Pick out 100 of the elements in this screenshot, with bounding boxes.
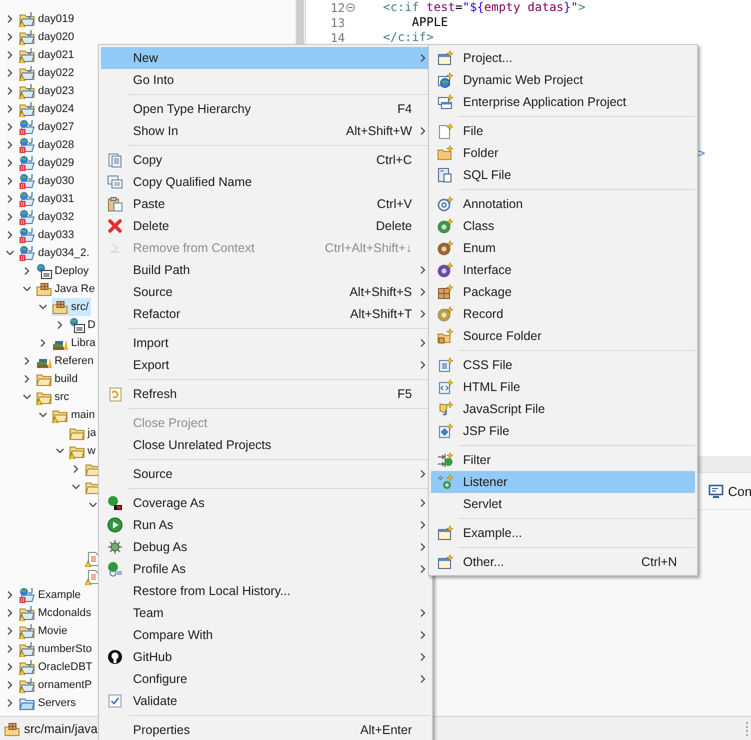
menu-item[interactable]: Debug As: [101, 536, 430, 558]
expand-chevron-icon[interactable]: [22, 356, 32, 366]
menu-item[interactable]: Listener: [431, 471, 695, 493]
expand-chevron-icon[interactable]: [5, 104, 15, 114]
menu-item[interactable]: Refresh F5: [101, 383, 430, 405]
expand-chevron-icon[interactable]: [5, 644, 15, 654]
menu-item[interactable]: Package: [431, 281, 695, 303]
menu-item[interactable]: Interface: [431, 259, 695, 281]
expand-chevron-icon[interactable]: [22, 374, 32, 384]
menu-item[interactable]: Enum: [431, 237, 695, 259]
tree-item-label[interactable]: OracleDBT: [38, 661, 92, 673]
tree-item-label[interactable]: day024: [38, 103, 74, 115]
tree-item-label[interactable]: Movie: [38, 625, 68, 637]
collapse-chevron-icon[interactable]: [22, 284, 32, 294]
tree-item-label[interactable]: day029: [38, 157, 74, 169]
collapse-chevron-icon[interactable]: [88, 500, 98, 510]
expand-chevron-icon[interactable]: [5, 158, 15, 168]
expand-chevron-icon[interactable]: [5, 50, 15, 60]
tree-item-label[interactable]: day027: [38, 121, 74, 133]
menu-item[interactable]: Coverage As: [101, 492, 430, 514]
menu-item[interactable]: New: [101, 47, 430, 69]
menu-item[interactable]: Delete Delete: [101, 215, 430, 237]
expand-chevron-icon[interactable]: [71, 464, 81, 474]
tree-item-label[interactable]: day022: [38, 67, 74, 79]
expand-chevron-icon[interactable]: [5, 212, 15, 222]
menu-item[interactable]: SQL File: [431, 164, 695, 186]
collapse-chevron-icon[interactable]: [71, 482, 81, 492]
menu-item[interactable]: Configure: [101, 668, 430, 690]
tree-item-label[interactable]: day033: [38, 229, 74, 241]
tree-item-label[interactable]: Example: [38, 589, 81, 601]
tree-item-label[interactable]: day020: [38, 31, 74, 43]
menu-item[interactable]: Go Into: [101, 69, 430, 91]
tree-item-label[interactable]: day032: [38, 211, 74, 223]
expand-chevron-icon[interactable]: [5, 662, 15, 672]
menu-item[interactable]: Properties Alt+Enter: [101, 719, 430, 740]
scrollbar-thumb[interactable]: [296, 0, 304, 44]
tree-item-label[interactable]: ja: [88, 427, 96, 439]
collapse-chevron-icon[interactable]: [54, 446, 64, 456]
tree-item-label[interactable]: day028: [38, 139, 74, 151]
menu-item[interactable]: Filter: [431, 449, 695, 471]
menu-item[interactable]: Copy Ctrl+C: [101, 149, 430, 171]
menu-item[interactable]: JSP File: [431, 420, 695, 442]
menu-item[interactable]: Source Folder: [431, 325, 695, 347]
menu-item[interactable]: HTML File: [431, 376, 695, 398]
expand-chevron-icon[interactable]: [5, 230, 15, 240]
menu-item[interactable]: Compare With: [101, 624, 430, 646]
tree-item-label[interactable]: day019: [38, 13, 74, 25]
collapse-chevron-icon[interactable]: [38, 410, 48, 420]
menu-item[interactable]: Source Alt+Shift+S: [101, 281, 430, 303]
menu-item[interactable]: Team: [101, 602, 430, 624]
menu-item[interactable]: Folder: [431, 142, 695, 164]
menu-item[interactable]: Open Type Hierarchy F4: [101, 98, 430, 120]
menu-item[interactable]: Refactor Alt+Shift+T: [101, 303, 430, 325]
selected-tree-item[interactable]: src/: [52, 298, 91, 316]
menu-item[interactable]: File: [431, 120, 695, 142]
tree-item-label[interactable]: day031: [38, 193, 74, 205]
tree-item-label[interactable]: D: [88, 319, 96, 331]
menu-item[interactable]: Copy Qualified Name: [101, 171, 430, 193]
expand-chevron-icon[interactable]: [5, 698, 15, 708]
expand-chevron-icon[interactable]: [5, 194, 15, 204]
expand-chevron-icon[interactable]: [5, 68, 15, 78]
menu-item[interactable]: Project...: [431, 47, 695, 69]
menu-item[interactable]: CSS File: [431, 354, 695, 376]
tree-item-label[interactable]: ornamentP: [38, 679, 92, 691]
expand-chevron-icon[interactable]: [38, 338, 48, 348]
expand-chevron-icon[interactable]: [54, 320, 64, 330]
expand-chevron-icon[interactable]: [5, 14, 15, 24]
menu-item[interactable]: Profile As: [101, 558, 430, 580]
expand-chevron-icon[interactable]: [5, 680, 15, 690]
tree-item-label[interactable]: numberSto: [38, 643, 92, 655]
collapse-chevron-icon[interactable]: [38, 302, 48, 312]
expand-chevron-icon[interactable]: [5, 176, 15, 186]
panel-tab[interactable]: Con: [705, 481, 751, 501]
tree-item-label[interactable]: src: [54, 391, 70, 403]
menu-item[interactable]: Record: [431, 303, 695, 325]
expand-chevron-icon[interactable]: [5, 122, 15, 132]
menu-item[interactable]: Enterprise Application Project: [431, 91, 695, 113]
tree-item-label[interactable]: build: [54, 373, 78, 385]
fold-icon[interactable]: [346, 3, 355, 12]
expand-chevron-icon[interactable]: [5, 608, 15, 618]
menu-item[interactable]: Validate: [101, 690, 430, 712]
expand-chevron-icon[interactable]: [22, 266, 32, 276]
menu-item[interactable]: Dynamic Web Project: [431, 69, 695, 91]
menu-item[interactable]: Restore from Local History...: [101, 580, 430, 602]
menu-item[interactable]: Other... Ctrl+N: [431, 551, 695, 573]
tree-item-label[interactable]: main: [71, 409, 95, 421]
grip-icon[interactable]: [746, 722, 748, 736]
tree-item-label[interactable]: Mcdonalds: [38, 607, 92, 619]
tree-item-label[interactable]: day021: [38, 49, 74, 61]
tree-item-label[interactable]: Referen: [54, 355, 94, 367]
tree-item-label[interactable]: day023: [38, 85, 74, 97]
expand-chevron-icon[interactable]: [5, 32, 15, 42]
collapse-chevron-icon[interactable]: [22, 392, 32, 402]
menu-item[interactable]: Import: [101, 332, 430, 354]
menu-item[interactable]: Servlet: [431, 493, 695, 515]
menu-item[interactable]: GitHub: [101, 646, 430, 668]
menu-item[interactable]: Annotation: [431, 193, 695, 215]
tree-item-label[interactable]: day030: [38, 175, 74, 187]
collapse-chevron-icon[interactable]: [5, 248, 15, 258]
menu-item[interactable]: Source: [101, 463, 430, 485]
